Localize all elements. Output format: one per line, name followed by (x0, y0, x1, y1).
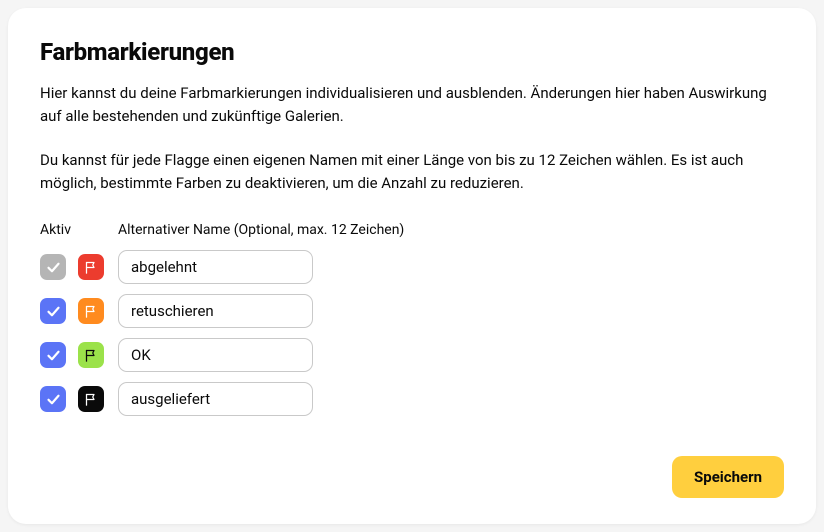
flag-name-input[interactable] (118, 338, 313, 372)
flag-row (40, 338, 784, 372)
description-paragraph-2: Du kannst für jede Flagge einen eigenen … (40, 149, 784, 194)
save-button[interactable]: Speichern (672, 456, 784, 498)
active-checkbox[interactable] (40, 298, 66, 324)
flag-icon (78, 254, 104, 280)
flag-name-input[interactable] (118, 294, 313, 328)
flag-icon (78, 342, 104, 368)
description-paragraph-1: Hier kannst du deine Farbmarkierungen in… (40, 82, 784, 127)
flag-name-input[interactable] (118, 382, 313, 416)
table-header: Aktiv Alternativer Name (Optional, max. … (40, 222, 784, 238)
flag-icon (78, 298, 104, 324)
active-checkbox[interactable] (40, 386, 66, 412)
color-markings-card: Farbmarkierungen Hier kannst du deine Fa… (8, 8, 816, 524)
card-title: Farbmarkierungen (40, 38, 784, 66)
flag-row (40, 294, 784, 328)
flag-icon (78, 386, 104, 412)
active-checkbox[interactable] (40, 254, 66, 280)
flag-row (40, 382, 784, 416)
flag-rows-container (40, 250, 784, 416)
active-checkbox[interactable] (40, 342, 66, 368)
column-header-name: Alternativer Name (Optional, max. 12 Zei… (118, 222, 404, 238)
column-header-active: Aktiv (40, 222, 118, 238)
flag-row (40, 250, 784, 284)
card-footer: Speichern (40, 456, 784, 498)
card-description: Hier kannst du deine Farbmarkierungen in… (40, 82, 784, 194)
flag-name-input[interactable] (118, 250, 313, 284)
